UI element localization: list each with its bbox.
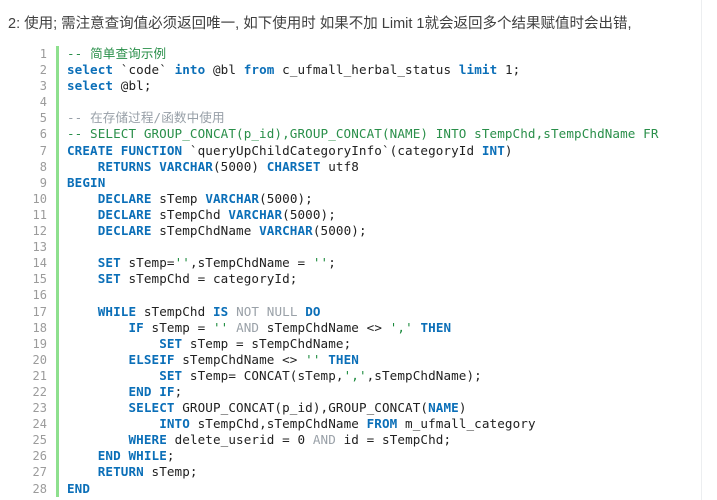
line-number: 7 [0,142,59,159]
line-content[interactable]: DECLARE sTempChd VARCHAR(5000); [58,207,703,223]
line-content[interactable]: END WHILE; [58,448,703,464]
page-root: 2: 使用; 需注意查询值必须返回唯一, 如下使用时 如果不加 Limit 1就… [0,0,717,500]
line-number: 18 [0,319,59,336]
line-number: 28 [0,480,59,497]
code-line[interactable]: 24 INTO sTempChd,sTempChdName FROM m_ufm… [0,416,703,433]
line-content[interactable]: SELECT GROUP_CONCAT(p_id),GROUP_CONCAT(N… [58,400,703,416]
line-content[interactable]: RETURN sTemp; [58,464,703,480]
code-line[interactable]: 16 [0,287,703,304]
code-line[interactable]: 15 SET sTempChd = categoryId; [0,271,703,288]
line-number: 14 [0,255,59,272]
code-line[interactable]: 9 BEGIN [0,174,703,191]
code-line[interactable]: 12 DECLARE sTempChdName VARCHAR(5000); [0,223,703,240]
code-line[interactable]: 10 DECLARE sTemp VARCHAR(5000); [0,190,703,207]
code-line[interactable]: 23 SELECT GROUP_CONCAT(p_id),GROUP_CONCA… [0,400,703,417]
code-line[interactable]: 19 SET sTemp = sTempChdName; [0,335,703,352]
code-line[interactable]: 25 WHERE delete_userid = 0 AND id = sTem… [0,432,703,449]
line-number: 10 [0,190,59,207]
line-number: 12 [0,223,59,240]
line-content[interactable]: DECLARE sTempChdName VARCHAR(5000); [58,223,703,239]
line-number: 4 [0,94,59,111]
code-line[interactable]: 13 [0,239,703,256]
line-number: 27 [0,464,59,481]
line-content[interactable]: -- SELECT GROUP_CONCAT(p_id),GROUP_CONCA… [58,126,703,142]
line-number: 15 [0,271,59,288]
code-block[interactable]: 1 -- 简单查询示例 2 select `code` into @bl fro… [0,46,702,500]
line-number: 3 [0,78,59,95]
line-number: 19 [0,335,59,352]
line-content[interactable]: select @bl; [58,78,703,94]
line-content[interactable]: END IF; [58,384,703,400]
code-line[interactable]: 1 -- 简单查询示例 [0,46,703,63]
line-number: 20 [0,351,59,368]
code-line[interactable]: 14 SET sTemp='',sTempChdName = ''; [0,255,703,272]
line-content[interactable]: INTO sTempChd,sTempChdName FROM m_ufmall… [58,416,703,432]
line-content[interactable]: SET sTemp= CONCAT(sTemp,',',sTempChdName… [58,368,703,384]
line-content[interactable]: -- 简单查询示例 [58,46,703,62]
code-line[interactable]: 8 RETURNS VARCHAR(5000) CHARSET utf8 [0,158,703,175]
line-content[interactable] [58,239,703,255]
code-line[interactable]: 2 select `code` into @bl from c_ufmall_h… [0,62,703,79]
line-content[interactable]: DECLARE sTemp VARCHAR(5000); [58,191,703,207]
code-line[interactable]: 27 RETURN sTemp; [0,464,703,481]
line-number: 11 [0,206,59,224]
code-line[interactable]: 21 SET sTemp= CONCAT(sTemp,',',sTempChdN… [0,367,703,384]
intro-paragraph: 2: 使用; 需注意查询值必须返回唯一, 如下使用时 如果不加 Limit 1就… [8,16,632,32]
line-number: 6 [0,126,59,143]
line-content[interactable]: SET sTemp='',sTempChdName = ''; [58,255,703,271]
line-content[interactable]: WHILE sTempChd IS NOT NULL DO [58,304,703,320]
line-content[interactable]: SET sTemp = sTempChdName; [58,336,703,352]
line-content[interactable]: -- 在存储过程/函数中使用 [58,110,703,126]
code-lines: 1 -- 简单查询示例 2 select `code` into @bl fro… [0,46,702,497]
line-number: 1 [0,46,59,63]
code-line[interactable]: 22 END IF; [0,383,703,401]
code-table: 1 -- 简单查询示例 2 select `code` into @bl fro… [0,46,702,497]
code-line[interactable]: 18 IF sTemp = '' AND sTempChdName <> ','… [0,319,703,336]
line-number: 16 [0,287,59,304]
line-number: 13 [0,239,59,256]
code-line[interactable]: 5 -- 在存储过程/函数中使用 [0,110,703,127]
line-number: 2 [0,62,59,79]
line-content[interactable]: SET sTempChd = categoryId; [58,271,703,287]
line-number: 23 [0,400,59,417]
code-line[interactable]: 17 WHILE sTempChd IS NOT NULL DO [0,303,703,320]
line-content[interactable] [58,287,703,303]
line-content[interactable]: BEGIN [58,175,703,191]
code-line[interactable]: 3 select @bl; [0,78,703,95]
line-number: 26 [0,448,59,465]
line-number: 9 [0,174,59,191]
line-number: 17 [0,303,59,320]
line-number: 22 [0,383,59,401]
line-number: 8 [0,158,59,175]
line-number: 5 [0,110,59,127]
code-line[interactable]: 20 ELSEIF sTempChdName <> '' THEN [0,351,703,368]
code-line[interactable]: 11 DECLARE sTempChd VARCHAR(5000); [0,206,703,224]
line-content[interactable] [58,94,703,110]
line-content[interactable]: CREATE FUNCTION `queryUpChildCategoryInf… [58,143,703,159]
code-line[interactable]: 6 -- SELECT GROUP_CONCAT(p_id),GROUP_CON… [0,126,703,143]
line-number: 25 [0,432,59,449]
code-line[interactable]: 7 CREATE FUNCTION `queryUpChildCategoryI… [0,142,703,159]
line-content[interactable]: ELSEIF sTempChdName <> '' THEN [58,352,703,368]
line-content[interactable]: RETURNS VARCHAR(5000) CHARSET utf8 [58,159,703,175]
code-line[interactable]: 28 END [0,480,703,497]
line-content[interactable]: IF sTemp = '' AND sTempChdName <> ',' TH… [58,320,703,336]
line-number: 24 [0,416,59,433]
line-content[interactable]: WHERE delete_userid = 0 AND id = sTempCh… [58,432,703,448]
code-line[interactable]: 26 END WHILE; [0,448,703,465]
code-line[interactable]: 4 [0,94,703,111]
line-content[interactable]: select `code` into @bl from c_ufmall_her… [58,62,703,78]
line-number: 21 [0,367,59,384]
line-content[interactable]: END [58,481,703,497]
